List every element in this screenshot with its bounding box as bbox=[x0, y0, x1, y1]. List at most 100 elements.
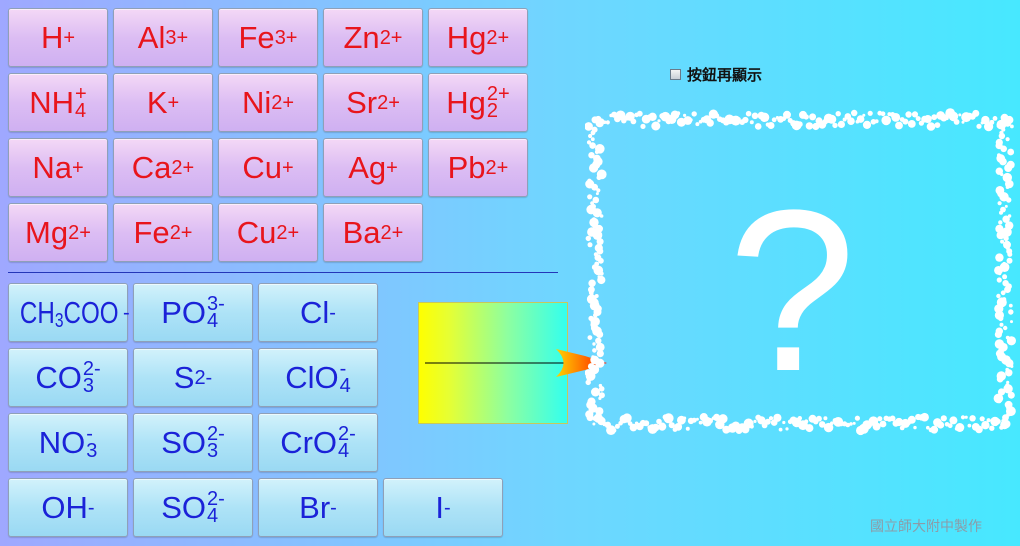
frame-bubble bbox=[895, 121, 903, 130]
cation-button-ca[interactable]: Ca 2+ bbox=[113, 138, 213, 197]
ion-charge-subscript: -3 bbox=[86, 422, 98, 462]
ion-charge-subscript: 2+ 2 bbox=[486, 82, 510, 122]
frame-bubble bbox=[778, 427, 783, 432]
frame-bubble bbox=[745, 110, 752, 117]
anion-button-carbonate[interactable]: CO 2- 3 bbox=[8, 348, 128, 407]
anion-button-nitrate[interactable]: NO -3 bbox=[8, 413, 128, 472]
anion-button-perchlorate[interactable]: ClO -4 bbox=[258, 348, 378, 407]
anion-button-bromide[interactable]: Br - bbox=[258, 478, 378, 537]
frame-bubble bbox=[926, 122, 936, 131]
frame-bubble bbox=[881, 115, 891, 126]
ion-formula: Zn bbox=[343, 20, 380, 55]
frame-bubble bbox=[593, 312, 598, 318]
ion-charge-subscript: +4 bbox=[75, 82, 87, 122]
frame-bubble bbox=[803, 114, 809, 120]
cation-button-ni[interactable]: Ni 2+ bbox=[218, 73, 318, 132]
anion-button-sulfite[interactable]: SO 2- 3 bbox=[133, 413, 253, 472]
frame-bubble bbox=[657, 119, 661, 123]
ion-formula: Sr bbox=[346, 85, 378, 120]
frame-bubble bbox=[590, 137, 595, 142]
frame-bubble bbox=[997, 400, 1002, 404]
frame-bubble bbox=[1005, 137, 1010, 142]
redisplay-checkbox[interactable] bbox=[670, 69, 681, 80]
cation-button-ag[interactable]: Ag + bbox=[323, 138, 423, 197]
ion-formula: S bbox=[173, 360, 195, 395]
cation-button-hg[interactable]: Hg 2+ bbox=[428, 8, 528, 67]
frame-bubble bbox=[751, 112, 759, 120]
frame-bubble bbox=[658, 422, 667, 431]
frame-bubble bbox=[749, 424, 754, 429]
frame-bubble bbox=[1000, 145, 1007, 153]
ion-formula: OH bbox=[41, 490, 88, 525]
anion-button-hydroxide[interactable]: OH - bbox=[8, 478, 128, 537]
frame-bubble bbox=[964, 415, 968, 419]
frame-bubble bbox=[874, 119, 879, 124]
frame-bubble bbox=[596, 188, 601, 193]
frame-bubble bbox=[754, 123, 762, 130]
frame-bubble bbox=[958, 113, 962, 117]
cation-button-mg[interactable]: Mg 2+ bbox=[8, 203, 108, 262]
cation-button-nh4[interactable]: NH +4 bbox=[8, 73, 108, 132]
cation-button-al[interactable]: Al 3+ bbox=[113, 8, 213, 67]
frame-bubble bbox=[586, 414, 594, 422]
frame-bubble bbox=[1004, 204, 1008, 208]
credit-text: 國立師大附中製作 bbox=[870, 519, 982, 535]
cation-button-na[interactable]: Na + bbox=[8, 138, 108, 197]
cation-button-hg2[interactable]: Hg 2+ 2 bbox=[428, 73, 528, 132]
anion-button-chloride[interactable]: Cl - bbox=[258, 283, 378, 342]
frame-bubble bbox=[594, 150, 599, 154]
frame-bubble bbox=[996, 375, 1004, 383]
frame-bubble bbox=[695, 417, 699, 421]
anion-button-chromate[interactable]: CrO 2- 4 bbox=[258, 413, 378, 472]
anion-button-acetate[interactable]: CH3COO - bbox=[8, 283, 130, 342]
frame-bubble bbox=[1007, 391, 1015, 399]
frame-bubble bbox=[1006, 257, 1013, 264]
cation-button-h[interactable]: H + bbox=[8, 8, 108, 67]
frame-bubble bbox=[998, 315, 1004, 322]
frame-bubble bbox=[907, 120, 916, 128]
cation-button-pb[interactable]: Pb 2+ bbox=[428, 138, 528, 197]
cation-button-ba[interactable]: Ba 2+ bbox=[323, 203, 423, 262]
frame-bubble bbox=[592, 348, 597, 353]
frame-bubble bbox=[998, 220, 1003, 225]
redisplay-toggle[interactable]: 按鈕再顯示 bbox=[670, 64, 762, 85]
frame-bubble bbox=[999, 210, 1003, 215]
frame-bubble bbox=[867, 110, 873, 116]
frame-bubble bbox=[862, 113, 866, 117]
anion-button-phosphate[interactable]: PO 3- 4 bbox=[133, 283, 253, 342]
frame-bubble bbox=[595, 192, 599, 196]
cation-button-fe2[interactable]: Fe 2+ bbox=[113, 203, 213, 262]
frame-bubble bbox=[809, 113, 817, 121]
ion-formula: CH3COO bbox=[20, 295, 120, 332]
frame-bubble bbox=[683, 416, 687, 420]
frame-bubble bbox=[940, 415, 947, 422]
frame-bubble bbox=[698, 420, 703, 425]
anion-button-sulfate[interactable]: SO 2- 4 bbox=[133, 478, 253, 537]
cation-button-fe3[interactable]: Fe 3+ bbox=[218, 8, 318, 67]
frame-bubble bbox=[589, 142, 596, 149]
frame-bubble bbox=[605, 120, 610, 125]
frame-bubble bbox=[749, 120, 754, 125]
anion-button-iodide[interactable]: I- bbox=[383, 478, 503, 537]
frame-bubble bbox=[587, 242, 593, 248]
frame-bubble bbox=[934, 122, 941, 128]
frame-bubble bbox=[691, 111, 697, 117]
anion-button-sulfide[interactable]: S 2- bbox=[133, 348, 253, 407]
frame-bubble bbox=[999, 157, 1007, 166]
frame-bubble bbox=[597, 417, 604, 424]
frame-bubble bbox=[830, 421, 834, 426]
cation-button-sr[interactable]: Sr 2+ bbox=[323, 73, 423, 132]
frame-bubble bbox=[862, 120, 872, 129]
frame-bubble bbox=[591, 387, 600, 397]
frame-bubble bbox=[989, 119, 995, 125]
cation-button-zn[interactable]: Zn 2+ bbox=[323, 8, 423, 67]
cation-button-cu2[interactable]: Cu 2+ bbox=[218, 203, 318, 262]
result-frame: ? bbox=[585, 108, 1016, 436]
ion-formula: Hg bbox=[446, 20, 487, 55]
cation-button-cu1[interactable]: Cu + bbox=[218, 138, 318, 197]
ion-formula: SO bbox=[161, 490, 206, 525]
question-mark-icon: ? bbox=[728, 162, 856, 419]
cation-button-k[interactable]: K + bbox=[113, 73, 213, 132]
frame-bubble bbox=[767, 122, 775, 129]
frame-bubble bbox=[599, 271, 604, 276]
